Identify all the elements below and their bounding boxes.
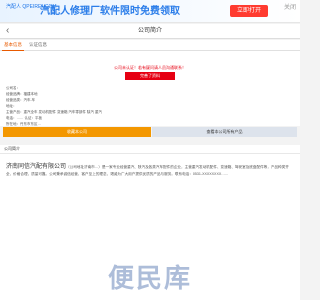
page-header: ‹ 公司简介 [0, 24, 300, 39]
apply-button[interactable]: 完善了资料 [125, 72, 175, 80]
favorite-company-button[interactable]: 收藏本公司 [3, 127, 151, 137]
ad-close-icon[interactable]: 关闭 [284, 2, 296, 11]
view-products-button[interactable]: 查看本公司所有产品 [152, 127, 297, 137]
tab-certification[interactable]: 认证信息 [26, 40, 50, 50]
info-list: 公司名： 经营品牌：福建本地 经营品类：汽车-车 地址： 主营产品：重汽全车 发… [6, 85, 102, 127]
page-title: 公司简介 [137, 28, 162, 34]
tab-basic-info[interactable]: 基本信息 [2, 40, 24, 51]
ad-text[interactable]: 汽配人修理厂软件限时免费领取 [40, 2, 180, 17]
intro-header: 公司简介 [0, 145, 300, 154]
intro-heading: 公司简介 [4, 146, 20, 151]
info-panel: 公司未认证！若有疑问请人员沟通联系！ 完善了资料 公司名： 经营品牌：福建本地 … [0, 51, 300, 126]
company-name: 济南同信汽配有限公司 [6, 164, 67, 170]
action-bar: 收藏本公司 查看本公司所有产品 [0, 127, 300, 137]
intro-text: 济南同信汽配有限公司（公司地址济南市…）是一家专业经营重汽、陕汽及各类汽车配件的… [6, 164, 294, 178]
certification-notice: 公司未认证！若有疑问请人员沟通联系！ [114, 65, 186, 70]
tab-bar: 基本信息 认证信息 [0, 40, 300, 51]
ad-open-button[interactable]: 立即打开 [230, 5, 268, 17]
ad-banner[interactable]: 汽配人 QPEIRENCOM 汽配人修理厂软件限时免费领取 立即打开 关闭 [0, 0, 300, 23]
watermark: 便民库 [107, 263, 192, 293]
